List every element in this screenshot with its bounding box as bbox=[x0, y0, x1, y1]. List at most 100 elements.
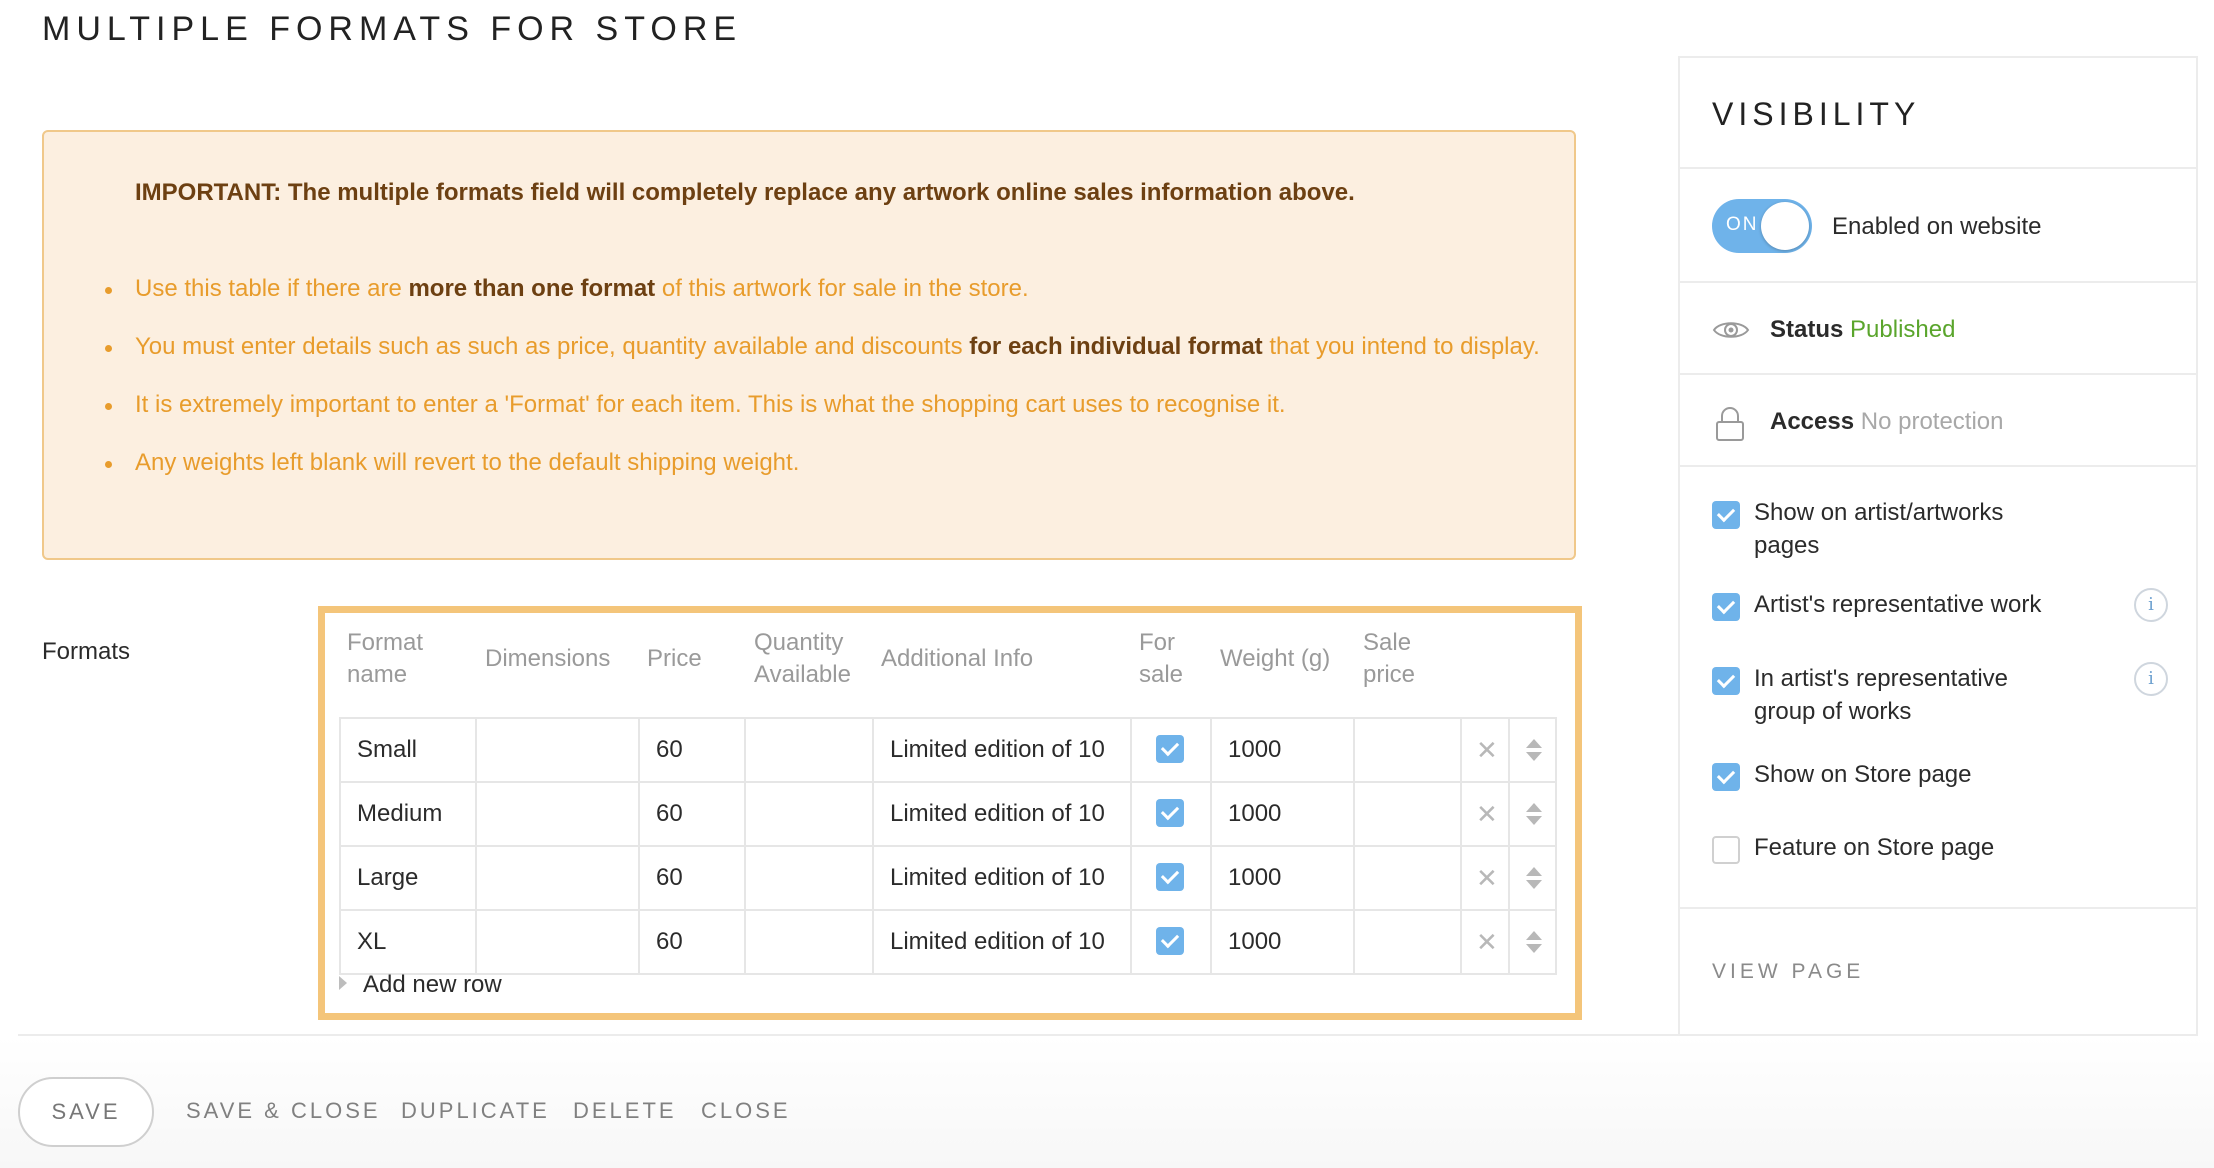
quantity-input[interactable] bbox=[744, 911, 872, 973]
info-icon[interactable]: i bbox=[2134, 662, 2168, 696]
sale-price-input[interactable] bbox=[1353, 783, 1460, 845]
show-on-store-checkbox[interactable] bbox=[1712, 763, 1740, 791]
divider bbox=[1680, 373, 2196, 375]
col-header-additional-info: Additional Info bbox=[881, 645, 1034, 672]
price-input[interactable]: 60 bbox=[638, 719, 744, 781]
quantity-input[interactable] bbox=[744, 719, 872, 781]
for-sale-cell bbox=[1130, 783, 1210, 845]
enabled-label: Enabled on website bbox=[1832, 213, 2042, 240]
sale-price-input[interactable] bbox=[1353, 847, 1460, 909]
for-sale-cell bbox=[1130, 911, 1210, 973]
close-icon[interactable]: ✕ bbox=[1476, 783, 1498, 845]
quantity-input[interactable] bbox=[744, 783, 872, 845]
access-row: Access No protection bbox=[1770, 408, 2004, 436]
divider bbox=[1680, 167, 2196, 169]
quantity-input[interactable] bbox=[744, 847, 872, 909]
page-title: MULTIPLE FORMATS FOR STORE bbox=[42, 10, 743, 48]
table-row: Medium 60 Limited edition of 10 1000 ✕ bbox=[339, 783, 1557, 847]
access-value[interactable]: No protection bbox=[1861, 408, 2004, 435]
dimensions-input[interactable] bbox=[475, 719, 638, 781]
additional-info-input[interactable]: Limited edition of 10 bbox=[872, 911, 1130, 973]
formats-field-label: Formats bbox=[42, 638, 131, 665]
divider bbox=[1680, 281, 2196, 283]
reorder-cell bbox=[1508, 847, 1557, 909]
notice-bullet-list: Use this table if there are more than on… bbox=[105, 270, 1545, 502]
format-name-input[interactable]: XL bbox=[339, 911, 475, 973]
representative-group-checkbox[interactable] bbox=[1712, 667, 1740, 695]
add-new-row-button[interactable]: Add new row bbox=[339, 971, 502, 999]
additional-info-input[interactable]: Limited edition of 10 bbox=[872, 847, 1130, 909]
close-icon[interactable]: ✕ bbox=[1476, 719, 1498, 781]
show-on-artist-pages-label: Show on artist/artworks pages bbox=[1754, 499, 2004, 559]
for-sale-checkbox[interactable] bbox=[1156, 863, 1184, 891]
notice-bullet-3: It is extremely important to enter a 'Fo… bbox=[105, 386, 1545, 424]
close-button[interactable]: CLOSE bbox=[701, 1098, 791, 1124]
weight-input[interactable]: 1000 bbox=[1210, 783, 1353, 845]
add-new-row-label: Add new row bbox=[363, 971, 502, 998]
divider bbox=[1680, 465, 2196, 467]
for-sale-checkbox[interactable] bbox=[1156, 927, 1184, 955]
sale-price-input[interactable] bbox=[1353, 719, 1460, 781]
enabled-toggle[interactable]: ON bbox=[1712, 199, 1812, 253]
table-row: Large 60 Limited edition of 10 1000 ✕ bbox=[339, 847, 1557, 911]
dimensions-input[interactable] bbox=[475, 911, 638, 973]
col-header-quantity: Quantity Available bbox=[754, 629, 851, 688]
for-sale-cell bbox=[1130, 719, 1210, 781]
price-input[interactable]: 60 bbox=[638, 911, 744, 973]
price-input[interactable]: 60 bbox=[638, 783, 744, 845]
delete-cell: ✕ bbox=[1460, 783, 1508, 845]
dimensions-input[interactable] bbox=[475, 783, 638, 845]
additional-info-input[interactable]: Limited edition of 10 bbox=[872, 783, 1130, 845]
col-header-weight: Weight (g) bbox=[1220, 645, 1331, 672]
info-icon[interactable]: i bbox=[2134, 588, 2168, 622]
representative-work-label: Artist's representative work bbox=[1754, 591, 2042, 618]
weight-input[interactable]: 1000 bbox=[1210, 719, 1353, 781]
sale-price-input[interactable] bbox=[1353, 911, 1460, 973]
col-header-sale-price: Sale price bbox=[1363, 629, 1416, 688]
weight-input[interactable]: 1000 bbox=[1210, 847, 1353, 909]
status-value[interactable]: Published bbox=[1850, 316, 1955, 343]
notice-important-text: IMPORTANT: The multiple formats field wi… bbox=[135, 179, 1355, 206]
representative-group-label: In artist's representative group of work… bbox=[1754, 665, 2009, 725]
feature-on-store-checkbox[interactable] bbox=[1712, 836, 1740, 864]
visibility-title: VISIBILITY bbox=[1712, 96, 1921, 132]
price-input[interactable]: 60 bbox=[638, 847, 744, 909]
formats-grid: Small 60 Limited edition of 10 1000 ✕ Me… bbox=[339, 717, 1557, 975]
col-header-for-sale: For sale bbox=[1139, 629, 1184, 688]
close-icon[interactable]: ✕ bbox=[1476, 847, 1498, 909]
dimensions-input[interactable] bbox=[475, 847, 638, 909]
delete-cell: ✕ bbox=[1460, 719, 1508, 781]
eye-icon bbox=[1712, 322, 1750, 338]
important-notice: IMPORTANT: The multiple formats field wi… bbox=[42, 130, 1576, 560]
delete-button[interactable]: DELETE bbox=[573, 1098, 677, 1124]
format-name-input[interactable]: Medium bbox=[339, 783, 475, 845]
for-sale-checkbox[interactable] bbox=[1156, 735, 1184, 763]
lock-icon bbox=[1716, 407, 1744, 441]
save-close-button[interactable]: SAVE & CLOSE bbox=[186, 1098, 381, 1124]
show-on-store-label: Show on Store page bbox=[1754, 761, 1972, 788]
weight-input[interactable]: 1000 bbox=[1210, 911, 1353, 973]
table-row: XL 60 Limited edition of 10 1000 ✕ bbox=[339, 911, 1557, 975]
additional-info-input[interactable]: Limited edition of 10 bbox=[872, 719, 1130, 781]
notice-bullet-1: Use this table if there are more than on… bbox=[105, 270, 1545, 308]
save-button[interactable]: SAVE bbox=[18, 1077, 154, 1147]
status-label: Status bbox=[1770, 316, 1844, 343]
reorder-cell bbox=[1508, 911, 1557, 973]
notice-bullet-4: Any weights left blank will revert to th… bbox=[105, 444, 1545, 482]
format-name-input[interactable]: Small bbox=[339, 719, 475, 781]
toggle-knob bbox=[1761, 202, 1809, 250]
notice-bullet-2: You must enter details such as such as p… bbox=[105, 328, 1545, 366]
view-page-link[interactable]: VIEW PAGE bbox=[1712, 960, 1864, 984]
divider bbox=[1680, 907, 2196, 909]
close-icon[interactable]: ✕ bbox=[1476, 911, 1498, 973]
show-on-artist-pages-checkbox[interactable] bbox=[1712, 501, 1740, 529]
representative-work-checkbox[interactable] bbox=[1712, 593, 1740, 621]
format-name-input[interactable]: Large bbox=[339, 847, 475, 909]
reorder-cell bbox=[1508, 783, 1557, 845]
delete-cell: ✕ bbox=[1460, 911, 1508, 973]
for-sale-checkbox[interactable] bbox=[1156, 799, 1184, 827]
duplicate-button[interactable]: DUPLICATE bbox=[401, 1098, 550, 1124]
col-header-dimensions: Dimensions bbox=[485, 645, 611, 672]
col-header-price: Price bbox=[647, 645, 702, 672]
table-row: Small 60 Limited edition of 10 1000 ✕ bbox=[339, 719, 1557, 783]
